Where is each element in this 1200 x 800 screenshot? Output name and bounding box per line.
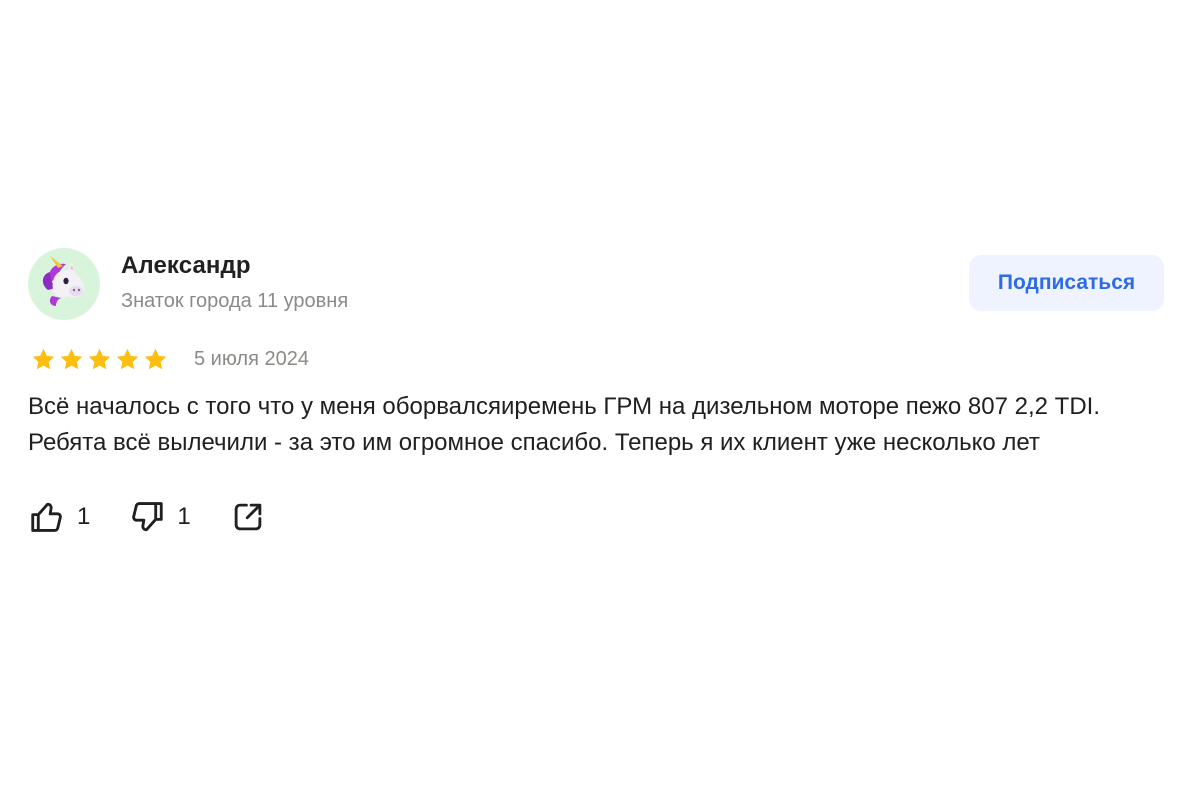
dislike-count: 1: [177, 503, 191, 530]
like-count: 1: [77, 503, 91, 530]
review-actions: 1 1: [28, 495, 1168, 539]
review-card: Александр Знаток города 11 уровня Подпис…: [28, 244, 1168, 539]
unicorn-icon: [42, 256, 85, 306]
subscribe-button[interactable]: Подписаться: [969, 255, 1164, 311]
star-icon: [88, 348, 111, 369]
review-meta: 5 июля 2024: [28, 339, 1168, 379]
star-icon: [116, 348, 139, 369]
rating-stars: [31, 347, 168, 372]
author-name[interactable]: Александр: [121, 252, 251, 280]
review-date: 5 июля 2024: [194, 347, 309, 370]
thumbs-down-icon: [132, 502, 164, 532]
star-icon: [32, 348, 55, 369]
author-level: Знаток города 11 уровня: [121, 290, 349, 312]
share-button[interactable]: [229, 498, 267, 536]
review-header: Александр Знаток города 11 уровня Подпис…: [28, 244, 1168, 324]
star-icon: [60, 348, 83, 369]
review-text: Всё началось с того что у меня оборвался…: [28, 393, 1100, 456]
avatar[interactable]: [28, 248, 100, 320]
like-button[interactable]: 1: [28, 498, 90, 536]
share-icon: [234, 503, 262, 531]
star-icon: [144, 348, 167, 369]
thumbs-up-icon: [31, 502, 62, 532]
dislike-button[interactable]: 1: [128, 498, 191, 536]
